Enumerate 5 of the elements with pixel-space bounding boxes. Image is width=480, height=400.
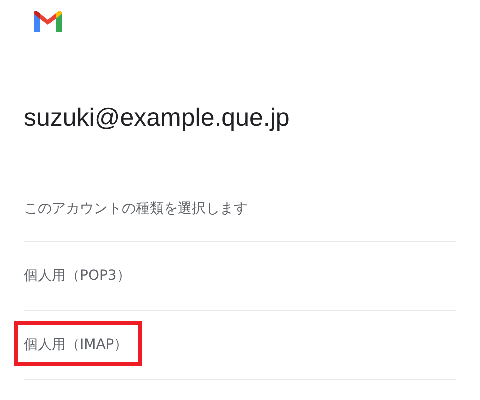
- account-type-option[interactable]: 個人用（IMAP）: [24, 333, 128, 357]
- prompt-text: このアカウントの種類を選択します: [24, 201, 248, 217]
- envelope-logo-icon: [32, 10, 64, 34]
- account-type-option[interactable]: 個人用（POP3）: [24, 264, 131, 288]
- account-email: suzuki@example.que.jp: [24, 103, 291, 134]
